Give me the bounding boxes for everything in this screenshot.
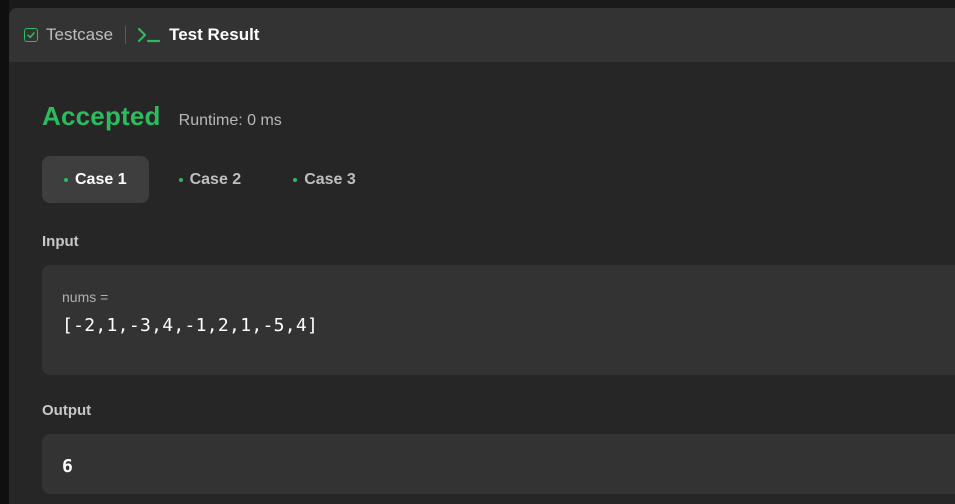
output-box: 6 (42, 434, 955, 494)
test-result-panel: Testcase Test Result Accepted Runtime: 0… (9, 8, 955, 504)
panel-tab-bar: Testcase Test Result (9, 8, 955, 62)
checkbox-icon (24, 28, 38, 42)
case-tab-1[interactable]: Case 1 (42, 156, 149, 203)
param-name: nums = (62, 289, 109, 305)
case-tabs: Case 1 Case 2 Case 3 (42, 156, 955, 203)
tab-test-result[interactable]: Test Result (136, 8, 259, 62)
tab-divider (125, 26, 127, 44)
result-status: Accepted (42, 101, 161, 131)
result-content: Accepted Runtime: 0 ms Case 1 Case 2 Cas… (9, 101, 955, 494)
input-box: nums = [-2,1,-3,4,-1,2,1,-5,4] (42, 265, 955, 375)
tab-testcase-label: Testcase (46, 25, 114, 44)
case-tab-label: Case 1 (75, 170, 127, 188)
input-section-label: Input (42, 233, 79, 250)
passed-dot-icon (178, 177, 183, 182)
tab-test-result-label: Test Result (169, 25, 260, 44)
outer-background (0, 0, 9, 504)
result-status-row: Accepted Runtime: 0 ms (42, 101, 955, 135)
param-value: [-2,1,-3,4,-1,2,1,-5,4] (62, 315, 319, 336)
case-tab-label: Case 3 (304, 170, 356, 188)
output-value: 6 (62, 456, 73, 477)
passed-dot-icon (293, 177, 298, 182)
case-tab-label: Case 2 (189, 170, 242, 188)
terminal-icon (136, 27, 162, 43)
case-tab-2[interactable]: Case 2 (157, 156, 264, 203)
passed-dot-icon (64, 177, 68, 182)
case-tab-3[interactable]: Case 3 (271, 156, 378, 203)
tab-testcase[interactable]: Testcase (24, 8, 113, 62)
runtime-label: Runtime: 0 ms (178, 112, 282, 129)
output-section-label: Output (42, 402, 92, 419)
